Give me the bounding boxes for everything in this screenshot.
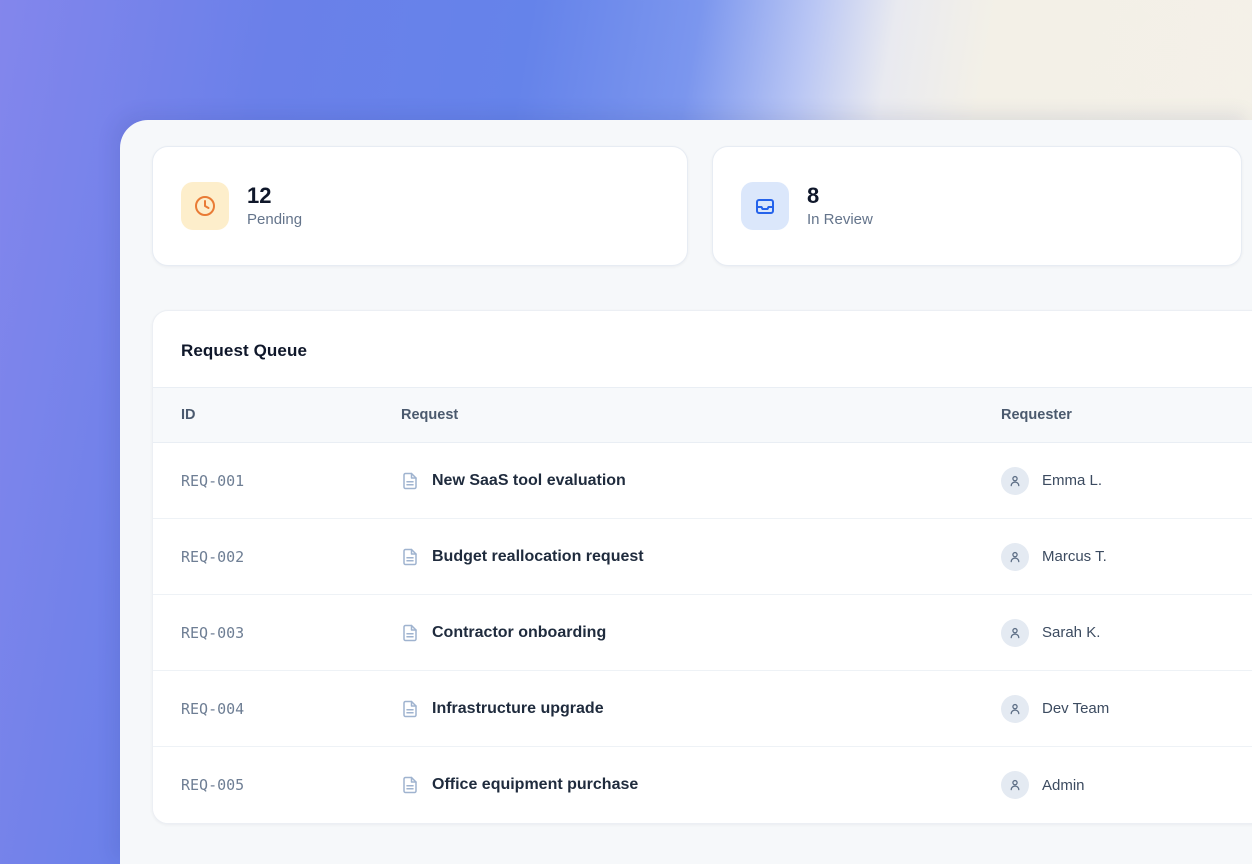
column-header-id: ID <box>181 407 401 423</box>
requester-name: Emma L. <box>1042 472 1102 489</box>
request-cell: Office equipment purchase <box>401 776 1001 794</box>
stat-label-in-review: In Review <box>807 211 873 228</box>
request-cell: New SaaS tool evaluation <box>401 472 1001 490</box>
requester-name: Dev Team <box>1042 700 1109 717</box>
document-icon <box>401 548 419 566</box>
requester-cell: Dev Team <box>1001 695 1245 723</box>
request-id: REQ-005 <box>181 776 401 794</box>
document-icon <box>401 700 419 718</box>
user-avatar-icon <box>1001 771 1029 799</box>
table-row[interactable]: REQ-001 New SaaS tool evaluation Emma L. <box>153 443 1252 519</box>
stat-card-in-review[interactable]: 8 In Review <box>712 146 1242 266</box>
user-avatar-icon <box>1001 467 1029 495</box>
user-avatar-icon <box>1001 619 1029 647</box>
table-header-row: ID Request Requester <box>153 387 1252 443</box>
request-title: Infrastructure upgrade <box>432 700 604 718</box>
inbox-icon <box>741 182 789 230</box>
column-header-request: Request <box>401 407 1001 423</box>
request-id: REQ-001 <box>181 472 401 490</box>
request-cell: Budget reallocation request <box>401 548 1001 566</box>
column-header-requester: Requester <box>1001 407 1245 423</box>
request-title: New SaaS tool evaluation <box>432 472 626 490</box>
table-row[interactable]: REQ-004 Infrastructure upgrade Dev Team <box>153 671 1252 747</box>
request-id: REQ-004 <box>181 700 401 718</box>
request-title: Office equipment purchase <box>432 776 638 794</box>
table-body: REQ-001 New SaaS tool evaluation Emma L. <box>153 443 1252 823</box>
document-icon <box>401 472 419 490</box>
request-id: REQ-002 <box>181 548 401 566</box>
user-avatar-icon <box>1001 695 1029 723</box>
requester-cell: Sarah K. <box>1001 619 1245 647</box>
requester-name: Marcus T. <box>1042 548 1107 565</box>
requester-name: Admin <box>1042 777 1085 794</box>
table-title-bar: Request Queue <box>153 311 1252 387</box>
stat-label-pending: Pending <box>247 211 302 228</box>
app-background: { "stats": [ { "value": "12", "label": "… <box>0 0 1252 864</box>
stat-value-in-review: 8 <box>807 184 873 208</box>
stat-value-pending: 12 <box>247 184 302 208</box>
stat-text-in-review: 8 In Review <box>807 184 873 228</box>
document-icon <box>401 624 419 642</box>
requester-cell: Marcus T. <box>1001 543 1245 571</box>
requester-cell: Admin <box>1001 771 1245 799</box>
request-cell: Contractor onboarding <box>401 624 1001 642</box>
requester-cell: Emma L. <box>1001 467 1245 495</box>
clock-icon <box>181 182 229 230</box>
request-cell: Infrastructure upgrade <box>401 700 1001 718</box>
stats-row: 12 Pending 8 In Review <box>152 146 1252 266</box>
request-title: Contractor onboarding <box>432 624 606 642</box>
stat-text-pending: 12 Pending <box>247 184 302 228</box>
stat-card-pending[interactable]: 12 Pending <box>152 146 688 266</box>
table-row[interactable]: REQ-003 Contractor onboarding Sarah K. <box>153 595 1252 671</box>
request-id: REQ-003 <box>181 624 401 642</box>
request-title: Budget reallocation request <box>432 548 644 566</box>
table-title: Request Queue <box>181 341 307 360</box>
table-row[interactable]: REQ-002 Budget reallocation request Marc… <box>153 519 1252 595</box>
document-icon <box>401 776 419 794</box>
request-queue-card: Request Queue ID Request Requester REQ-0… <box>152 310 1252 824</box>
requester-name: Sarah K. <box>1042 624 1100 641</box>
user-avatar-icon <box>1001 543 1029 571</box>
table-row[interactable]: REQ-005 Office equipment purchase Admin <box>153 747 1252 823</box>
content-panel: 12 Pending 8 In Review Request Queue <box>120 120 1252 864</box>
